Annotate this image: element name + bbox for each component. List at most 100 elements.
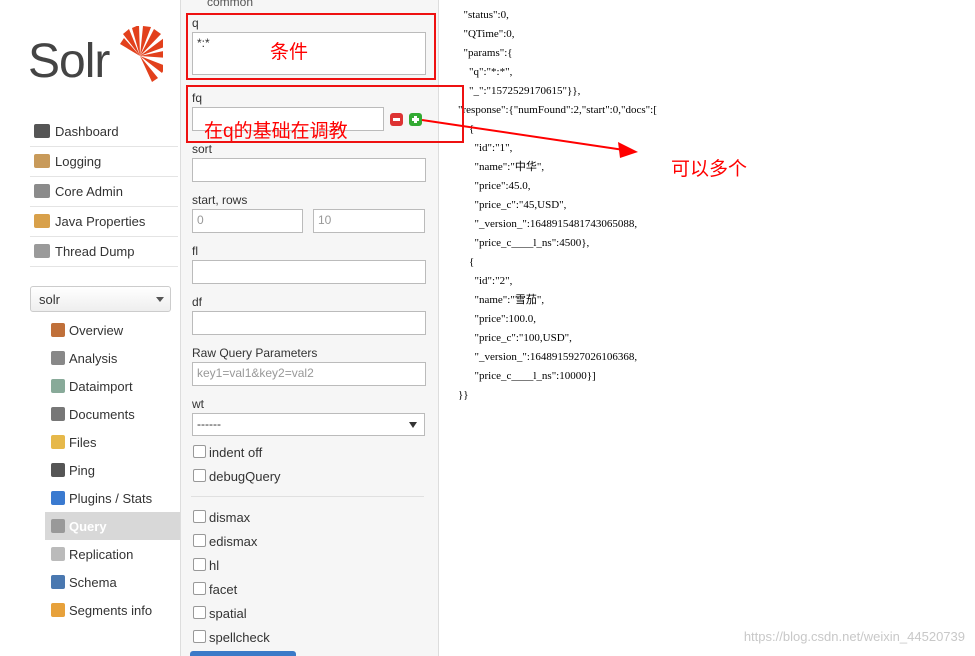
core-menu-item-segments-info[interactable]: Segments info bbox=[45, 596, 180, 624]
core-menu-item-plugins-stats[interactable]: Plugins / Stats bbox=[45, 484, 180, 512]
nav-item-dashboard[interactable]: Dashboard bbox=[30, 116, 178, 147]
json-line: "price_c":"100,USD", bbox=[458, 332, 572, 344]
raw-query-input[interactable]: key1=val1&key2=val2 bbox=[192, 362, 426, 386]
annotation-arrow-icon bbox=[421, 119, 638, 158]
dismax-label: dismax bbox=[209, 510, 251, 525]
dataimport-icon bbox=[51, 379, 65, 393]
hl-label: hl bbox=[209, 558, 220, 573]
documents-icon bbox=[51, 407, 65, 421]
nav-item-label: Core Admin bbox=[55, 183, 123, 199]
plugins-icon bbox=[51, 491, 65, 505]
debug-query-checkbox[interactable] bbox=[193, 469, 206, 482]
nav-item-core-admin[interactable]: Core Admin bbox=[30, 176, 178, 207]
spatial-label: spatial bbox=[209, 606, 247, 621]
indent-label: indent off bbox=[209, 445, 263, 460]
df-input[interactable] bbox=[192, 311, 426, 335]
nav-item-logging[interactable]: Logging bbox=[30, 146, 178, 177]
core-menu-label: Replication bbox=[69, 546, 134, 562]
edismax-checkbox[interactable] bbox=[193, 534, 206, 547]
json-line: "id":"2", bbox=[458, 275, 513, 287]
json-line: }} bbox=[458, 389, 469, 401]
sort-input[interactable] bbox=[192, 158, 426, 182]
dismax-checkbox[interactable] bbox=[193, 510, 206, 523]
indent-checkbox[interactable] bbox=[193, 445, 206, 458]
core-menu-label: Ping bbox=[69, 462, 96, 478]
thread-dump-icon bbox=[34, 244, 50, 258]
query-icon bbox=[51, 519, 65, 533]
multi-annotation: 可以多个 bbox=[671, 159, 748, 180]
json-line: "price_c":"45,USD", bbox=[458, 199, 567, 211]
json-line: "price":45.0, bbox=[458, 180, 531, 192]
json-line: { bbox=[458, 256, 475, 268]
wt-select[interactable]: ------ bbox=[192, 413, 425, 436]
common-section-label: common bbox=[207, 0, 254, 9]
core-menu-item-analysis[interactable]: Analysis bbox=[45, 344, 180, 372]
core-menu-item-schema[interactable]: Schema bbox=[45, 568, 180, 596]
start-rows-label: start, rows bbox=[192, 193, 248, 207]
execute-query-button[interactable] bbox=[190, 651, 296, 656]
df-label: df bbox=[192, 295, 203, 309]
segments-icon bbox=[51, 603, 65, 617]
nav-item-label: Thread Dump bbox=[55, 243, 135, 259]
core-menu-label: Schema bbox=[69, 574, 117, 590]
response-json: "status":0, "QTime":0, "params":{ "q":"*… bbox=[458, 6, 657, 405]
nav-item-label: Logging bbox=[55, 153, 102, 169]
start-input[interactable]: 0 bbox=[192, 209, 303, 233]
schema-icon bbox=[51, 575, 65, 589]
rows-input[interactable]: 10 bbox=[313, 209, 425, 233]
fq-annotation: 在q的基础在调教 bbox=[204, 121, 348, 142]
sort-label: sort bbox=[192, 142, 213, 156]
json-line: "name":"雪茄", bbox=[458, 294, 545, 306]
spatial-checkbox[interactable] bbox=[193, 606, 206, 619]
facet-label: facet bbox=[209, 582, 238, 597]
json-line: "price_c____l_ns":10000}] bbox=[458, 370, 596, 382]
core-menu-item-dataimport[interactable]: Dataimport bbox=[45, 372, 180, 400]
hl-checkbox[interactable] bbox=[193, 558, 206, 571]
core-menu-label: Plugins / Stats bbox=[69, 490, 153, 506]
nav-item-thread-dump[interactable]: Thread Dump bbox=[30, 236, 178, 267]
json-line: "price":100.0, bbox=[458, 313, 537, 325]
facet-checkbox[interactable] bbox=[193, 582, 206, 595]
spellcheck-checkbox[interactable] bbox=[193, 630, 206, 643]
core-menu-label: Documents bbox=[69, 406, 135, 422]
core-menu-label: Segments info bbox=[69, 602, 153, 618]
java-properties-icon bbox=[34, 214, 50, 228]
json-line: "_":"1572529170615"}}, bbox=[458, 85, 581, 97]
core-menu-label: Dataimport bbox=[69, 378, 133, 394]
logging-icon bbox=[34, 154, 50, 168]
json-line: "_version_":1648915927026106368, bbox=[458, 351, 638, 363]
fl-label: fl bbox=[192, 244, 198, 258]
core-menu-item-documents[interactable]: Documents bbox=[45, 400, 180, 428]
analysis-icon bbox=[51, 351, 65, 365]
core-menu-item-replication[interactable]: Replication bbox=[45, 540, 180, 568]
wt-select-value: ------ bbox=[197, 417, 221, 431]
q-highlight-box bbox=[186, 13, 436, 80]
solr-logo-text: Solr bbox=[28, 35, 110, 88]
raw-query-label: Raw Query Parameters bbox=[192, 346, 318, 360]
fl-input[interactable] bbox=[192, 260, 426, 284]
core-menu-label: Query bbox=[69, 518, 107, 534]
core-selector[interactable]: solr bbox=[30, 286, 171, 312]
core-menu-item-ping[interactable]: Ping bbox=[45, 456, 180, 484]
dashboard-icon bbox=[34, 124, 50, 138]
core-selector-value: solr bbox=[39, 292, 60, 307]
json-line: "QTime":0, bbox=[458, 28, 515, 40]
nav-item-java-properties[interactable]: Java Properties bbox=[30, 206, 178, 237]
core-admin-icon bbox=[34, 184, 50, 198]
core-menu-label: Analysis bbox=[69, 350, 118, 366]
spellcheck-label: spellcheck bbox=[209, 630, 270, 645]
json-line: "q":"*:*", bbox=[458, 66, 513, 78]
json-line: "_version_":1648915481743065088, bbox=[458, 218, 638, 230]
chevron-down-icon bbox=[409, 422, 417, 428]
core-menu-item-files[interactable]: Files bbox=[45, 428, 180, 456]
json-line: "price_c____l_ns":4500}, bbox=[458, 237, 590, 249]
files-icon bbox=[51, 435, 65, 449]
watermark: https://blog.csdn.net/weixin_44520739 bbox=[743, 629, 965, 644]
core-menu-item-overview[interactable]: Overview bbox=[45, 316, 180, 344]
edismax-label: edismax bbox=[209, 534, 258, 549]
chevron-down-icon bbox=[156, 297, 164, 302]
json-line: "params":{ bbox=[458, 47, 513, 59]
replication-icon bbox=[51, 547, 65, 561]
core-menu-item-query[interactable]: Query bbox=[45, 512, 180, 540]
core-menu-label: Overview bbox=[69, 322, 124, 338]
